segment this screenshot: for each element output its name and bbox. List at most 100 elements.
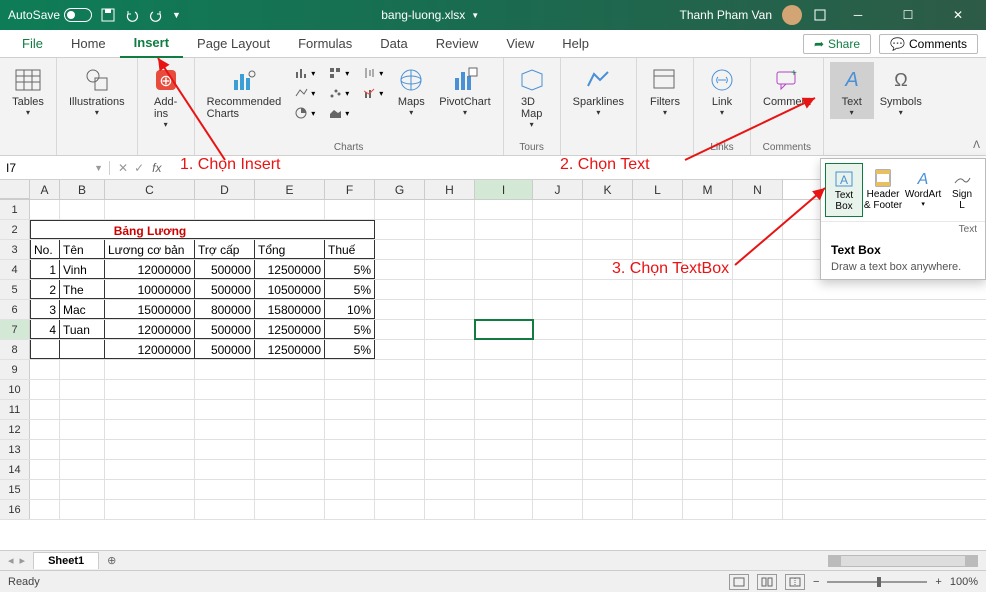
cell[interactable] xyxy=(583,420,633,439)
cell[interactable] xyxy=(475,480,533,499)
cell[interactable] xyxy=(255,480,325,499)
cell[interactable] xyxy=(60,460,105,479)
cell[interactable] xyxy=(425,260,475,279)
cell[interactable]: Tuan xyxy=(60,320,105,339)
chart-type-area[interactable]: ▾ xyxy=(325,104,351,122)
cell[interactable]: 12500000 xyxy=(255,340,325,359)
tab-formulas[interactable]: Formulas xyxy=(284,30,366,58)
cell[interactable]: 15000000 xyxy=(105,300,195,319)
cell[interactable]: 2 xyxy=(30,280,60,299)
cell[interactable] xyxy=(255,400,325,419)
cell[interactable] xyxy=(633,280,683,299)
cell[interactable]: Tên xyxy=(60,240,105,259)
col-header[interactable]: A xyxy=(30,180,60,199)
maximize-button[interactable]: ☐ xyxy=(888,0,928,30)
illustrations-button[interactable]: Illustrations▾ xyxy=(63,62,131,119)
filters-button[interactable]: Filters▾ xyxy=(643,62,687,119)
cell[interactable] xyxy=(475,280,533,299)
cell[interactable] xyxy=(425,400,475,419)
cell[interactable] xyxy=(255,440,325,459)
cell[interactable] xyxy=(475,340,533,359)
cell[interactable] xyxy=(633,380,683,399)
cell[interactable] xyxy=(475,260,533,279)
cell[interactable] xyxy=(683,440,733,459)
zoom-slider[interactable] xyxy=(827,581,927,583)
share-button[interactable]: ➦Share xyxy=(803,34,871,54)
cell[interactable] xyxy=(475,400,533,419)
fx-icon[interactable]: fx xyxy=(152,161,167,175)
cell[interactable] xyxy=(683,280,733,299)
cell[interactable] xyxy=(375,240,425,259)
cell[interactable] xyxy=(583,320,633,339)
cell[interactable] xyxy=(30,360,60,379)
cell[interactable] xyxy=(105,200,195,219)
cell[interactable] xyxy=(583,280,633,299)
cell[interactable]: 5% xyxy=(325,340,375,359)
enter-icon[interactable]: ✓ xyxy=(134,161,144,175)
row-header[interactable]: 9 xyxy=(0,360,30,379)
user-name[interactable]: Thanh Pham Van xyxy=(679,8,772,22)
cell[interactable]: Mac xyxy=(60,300,105,319)
cell[interactable] xyxy=(533,240,583,259)
cell[interactable] xyxy=(583,460,633,479)
row-header[interactable]: 10 xyxy=(0,380,30,399)
cell[interactable]: 12000000 xyxy=(105,340,195,359)
sheet-tab[interactable]: Sheet1 xyxy=(33,552,99,569)
cell[interactable] xyxy=(105,380,195,399)
col-header[interactable]: D xyxy=(195,180,255,199)
row-header[interactable]: 11 xyxy=(0,400,30,419)
cell[interactable] xyxy=(533,440,583,459)
cell[interactable] xyxy=(583,240,633,259)
cell[interactable] xyxy=(475,420,533,439)
cell[interactable] xyxy=(683,360,733,379)
cell[interactable] xyxy=(375,500,425,519)
symbols-button[interactable]: Ω Symbols▾ xyxy=(874,62,928,119)
select-all[interactable] xyxy=(0,180,30,199)
sparklines-button[interactable]: Sparklines▾ xyxy=(567,62,630,119)
redo-icon[interactable] xyxy=(148,7,164,23)
horizontal-scroll[interactable] xyxy=(124,555,986,567)
cell[interactable] xyxy=(325,440,375,459)
view-normal-icon[interactable] xyxy=(729,574,749,590)
cell[interactable] xyxy=(195,380,255,399)
header-footer-button[interactable]: Header & Footer xyxy=(863,163,903,217)
cell[interactable] xyxy=(583,480,633,499)
cell[interactable]: 12500000 xyxy=(255,260,325,279)
cell[interactable] xyxy=(533,300,583,319)
cell[interactable] xyxy=(105,500,195,519)
cell[interactable] xyxy=(475,200,533,219)
cell[interactable] xyxy=(60,380,105,399)
row-header[interactable]: 4 xyxy=(0,260,30,279)
cell[interactable] xyxy=(733,340,783,359)
close-button[interactable]: ✕ xyxy=(938,0,978,30)
cell[interactable] xyxy=(733,380,783,399)
cell[interactable] xyxy=(533,380,583,399)
cell[interactable] xyxy=(633,400,683,419)
cell[interactable]: 5% xyxy=(325,320,375,339)
tab-data[interactable]: Data xyxy=(366,30,421,58)
cell[interactable] xyxy=(633,360,683,379)
cell[interactable] xyxy=(633,320,683,339)
cell[interactable]: 12000000 xyxy=(105,320,195,339)
cell[interactable] xyxy=(733,460,783,479)
cell[interactable] xyxy=(633,340,683,359)
tab-file[interactable]: File xyxy=(8,30,57,58)
cell[interactable] xyxy=(195,200,255,219)
cell[interactable] xyxy=(633,300,683,319)
cell[interactable] xyxy=(683,380,733,399)
row-header[interactable]: 6 xyxy=(0,300,30,319)
cell[interactable]: Tổng xyxy=(255,240,325,259)
add-sheet-button[interactable]: ⊕ xyxy=(99,554,124,567)
cell[interactable] xyxy=(733,280,783,299)
row-header[interactable]: 13 xyxy=(0,440,30,459)
cell[interactable]: Vinh xyxy=(60,260,105,279)
cell[interactable] xyxy=(375,360,425,379)
cell[interactable] xyxy=(533,460,583,479)
col-header[interactable]: K xyxy=(583,180,633,199)
addins-button[interactable]: ⊕ Add- ins▾ xyxy=(144,62,188,131)
cell[interactable] xyxy=(733,300,783,319)
cell[interactable] xyxy=(30,340,60,359)
cell[interactable] xyxy=(475,300,533,319)
col-header[interactable]: C xyxy=(105,180,195,199)
cell[interactable] xyxy=(375,460,425,479)
